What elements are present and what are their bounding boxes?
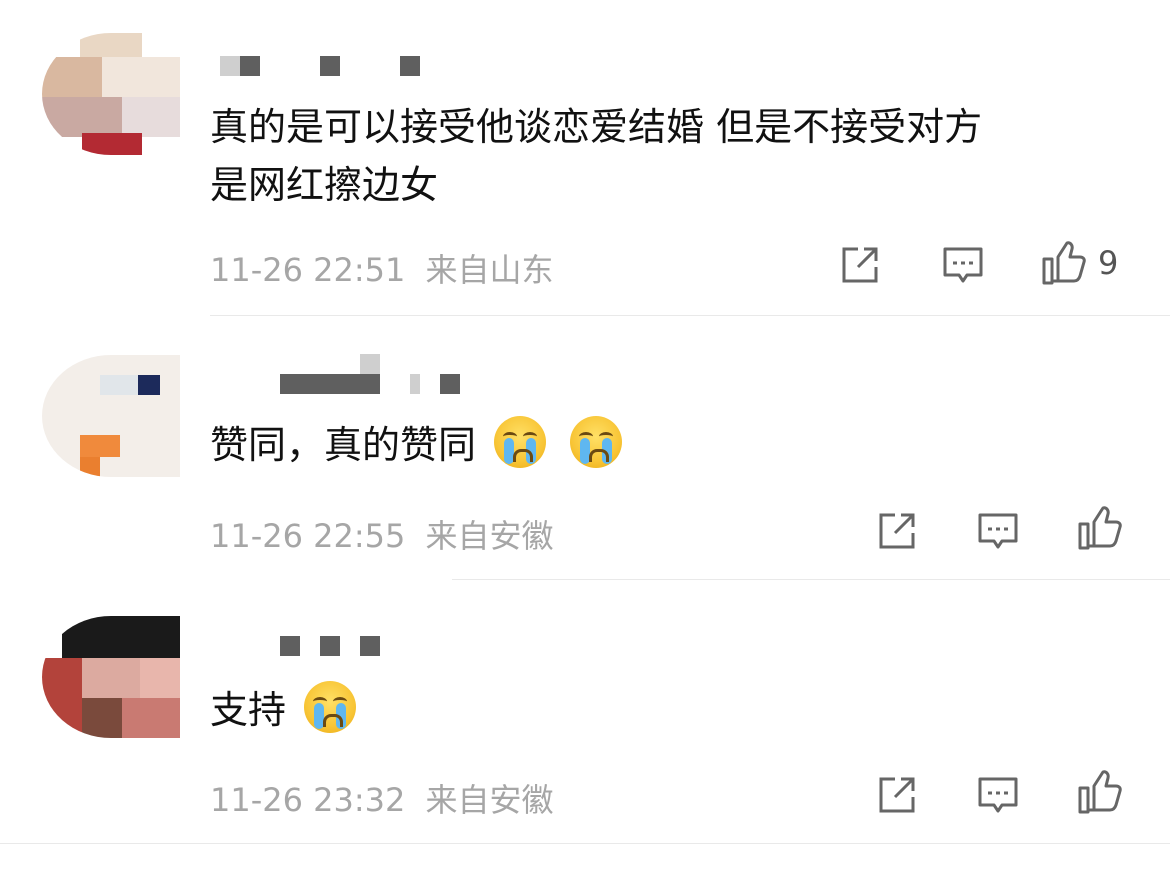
avatar[interactable] [42, 616, 180, 738]
comment-icon [978, 513, 1018, 549]
comment-item: 支持 11-26 23:32 来自安徽 [0, 580, 1170, 844]
comment-time: 11-26 23:32 [210, 781, 406, 819]
thumbs-up-icon [1042, 241, 1086, 285]
username-redacted[interactable] [210, 354, 470, 394]
crying-face-emoji-icon [304, 681, 357, 733]
comment-time: 11-26 22:55 [210, 517, 406, 555]
thumbs-up-icon [1078, 506, 1122, 550]
comment-time: 11-26 22:51 [210, 251, 406, 289]
comment-text: 支持 [210, 681, 357, 739]
share-icon [842, 247, 878, 283]
username-redacted[interactable] [210, 636, 410, 666]
like-count: 9 [1098, 244, 1119, 282]
reply-button[interactable] [976, 509, 1020, 553]
comment-meta: 11-26 23:32 来自安徽 [210, 775, 554, 821]
avatar[interactable] [42, 33, 180, 155]
comment-text-line: 真的是可以接受他谈恋爱结婚 但是不接受对方 [210, 105, 983, 149]
comment-text: 赞同，真的赞同 [210, 416, 623, 474]
comment-location: 来自安徽 [425, 781, 554, 819]
username-redacted[interactable] [210, 52, 440, 82]
comment-item: 赞同，真的赞同 11-26 22:55 来自安徽 [0, 316, 1170, 580]
comment-icon [978, 777, 1018, 813]
share-button[interactable] [875, 509, 919, 553]
comment-text: 真的是可以接受他谈恋爱结婚 但是不接受对方 是网红擦边女 [210, 98, 982, 214]
avatar[interactable] [42, 355, 180, 477]
share-button[interactable] [838, 243, 882, 287]
share-button[interactable] [875, 773, 919, 817]
share-icon [879, 777, 915, 813]
comment-location: 来自安徽 [425, 517, 554, 555]
like-button[interactable]: 9 [1040, 241, 1118, 285]
comment-text-line: 是网红擦边女 [210, 163, 439, 207]
reply-button[interactable] [976, 773, 1020, 817]
comment-icon [943, 247, 983, 283]
like-button[interactable] [1076, 506, 1124, 550]
thumbs-up-icon [1078, 770, 1122, 814]
comment-item: 真的是可以接受他谈恋爱结婚 但是不接受对方 是网红擦边女 11-26 22:51… [0, 0, 1170, 316]
divider [0, 843, 1170, 844]
comment-meta: 11-26 22:51 来自山东 [210, 245, 554, 291]
comment-text-line: 赞同，真的赞同 [210, 423, 477, 467]
comment-text-line: 支持 [210, 688, 287, 732]
like-button[interactable] [1076, 770, 1124, 814]
share-icon [879, 513, 915, 549]
comment-meta: 11-26 22:55 来自安徽 [210, 511, 554, 557]
crying-face-emoji-icon [494, 416, 547, 468]
crying-face-emoji-icon [570, 416, 623, 468]
comment-location: 来自山东 [425, 251, 554, 289]
reply-button[interactable] [941, 243, 985, 287]
